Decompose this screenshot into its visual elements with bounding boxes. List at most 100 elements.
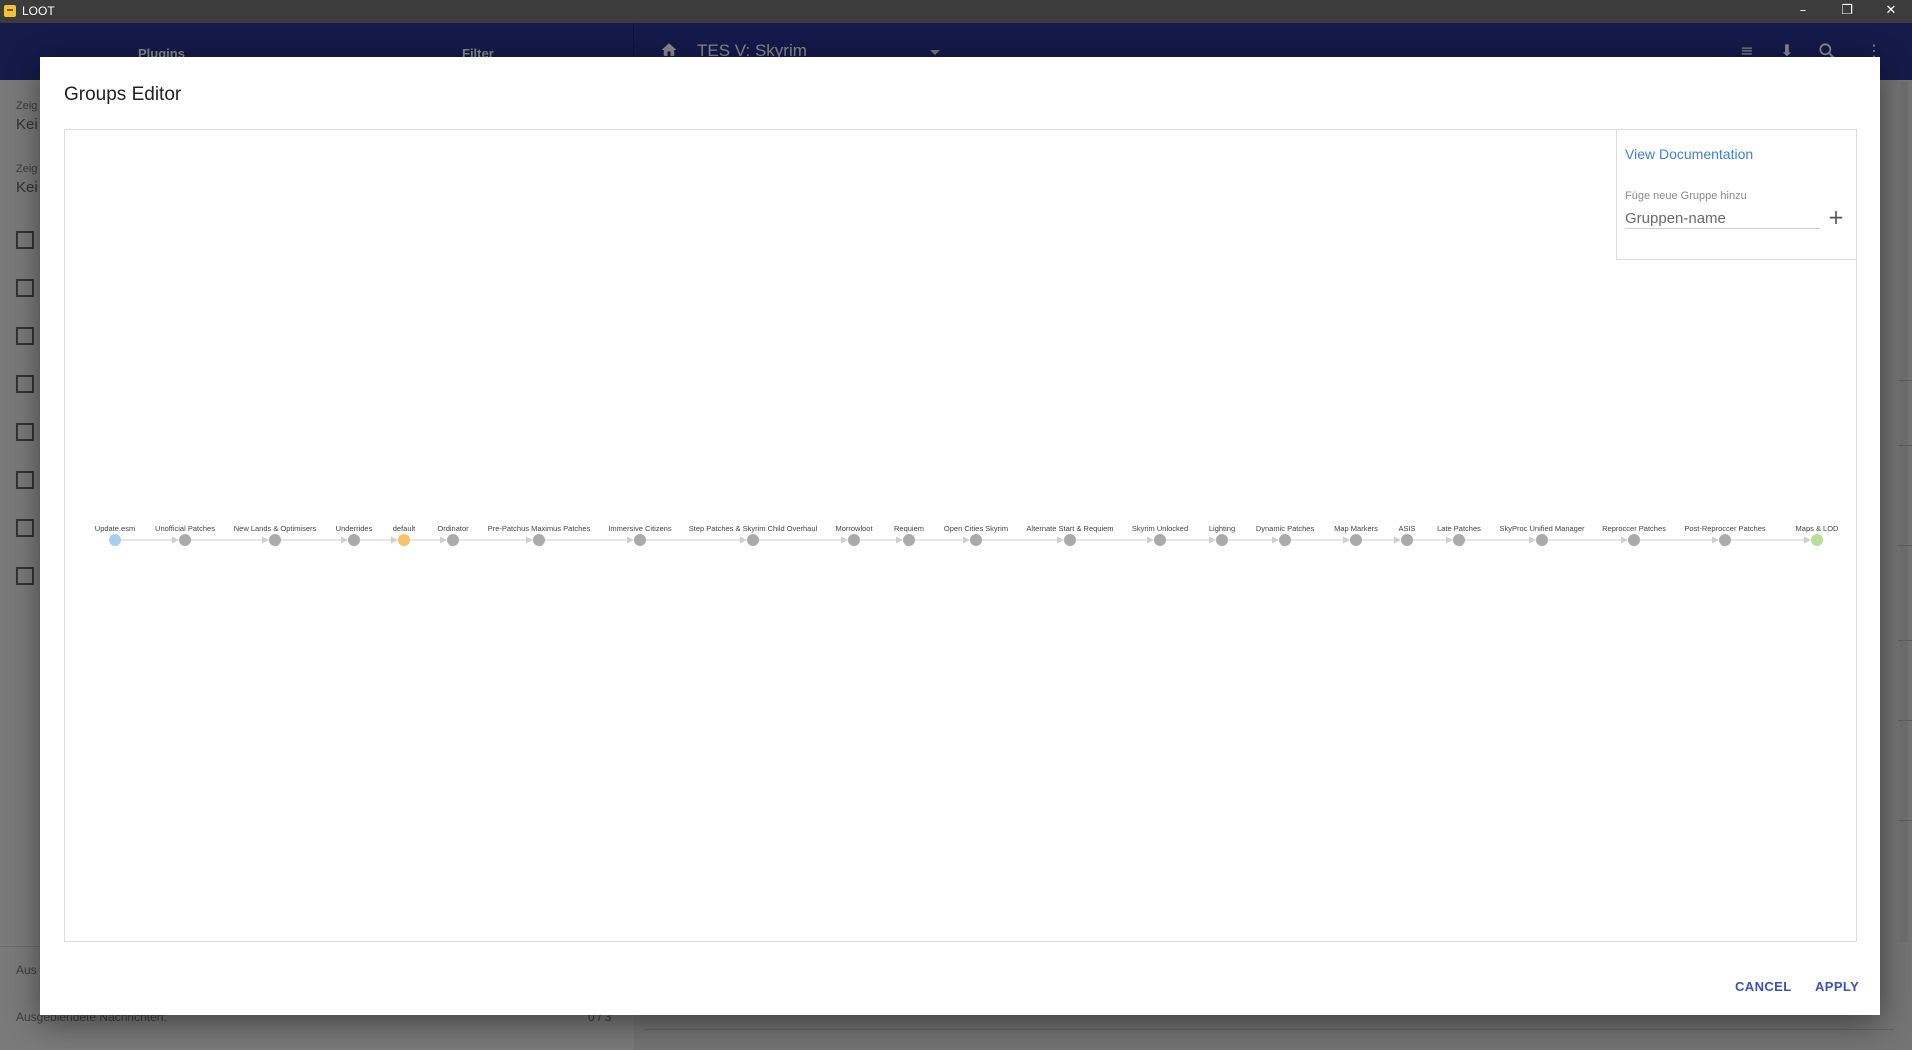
group-node-label: Post-Reproccer Patches (1684, 524, 1766, 533)
edge-arrow-icon (391, 536, 398, 544)
divider (1898, 640, 1912, 641)
apply-button[interactable]: APPLY (1815, 979, 1859, 994)
group-node-label: Late Patches (1437, 524, 1481, 533)
edge-arrow-icon (1804, 536, 1811, 544)
window-title: LOOT (22, 4, 55, 18)
group-node[interactable] (398, 534, 410, 546)
restore-button[interactable]: ❐ (1825, 0, 1869, 23)
cancel-button[interactable]: CANCEL (1735, 979, 1792, 994)
group-node-label: Maps & LOD (1796, 524, 1840, 533)
edge-arrow-icon (1272, 536, 1279, 544)
group-node[interactable] (970, 534, 982, 546)
groups-graph[interactable]: Update.esm Unofficial Patches New Lands & … (65, 130, 1856, 941)
edge-arrow-icon (1446, 536, 1453, 544)
edge-arrow-icon (526, 536, 533, 544)
divider (644, 1029, 1894, 1030)
group-node[interactable] (1453, 534, 1465, 546)
group-node[interactable] (447, 534, 459, 546)
group-node[interactable] (348, 534, 360, 546)
groups-editor-panel: View Documentation Füge neue Gruppe hinz… (1616, 130, 1856, 260)
group-node[interactable] (848, 534, 860, 546)
filter-checkbox[interactable] (16, 471, 34, 489)
edge-arrow-icon (172, 536, 179, 544)
minimize-button[interactable]: – (1781, 0, 1825, 23)
group-node-label: New Lands & Optimisers (234, 524, 317, 533)
group-node[interactable] (1064, 534, 1076, 546)
filter-checkbox[interactable] (16, 519, 34, 537)
group-node[interactable] (179, 534, 191, 546)
chevron-down-icon[interactable] (930, 50, 940, 55)
edge-arrow-icon (1343, 536, 1350, 544)
group-node[interactable] (1154, 534, 1166, 546)
group-node-label: Dynamic Patches (1256, 524, 1315, 533)
group-node[interactable] (269, 534, 281, 546)
group-node[interactable] (747, 534, 759, 546)
group-node[interactable] (1719, 534, 1731, 546)
group-node-label: Reproccer Patches (1602, 524, 1666, 533)
group-node-label: Open Cities Skyrim (944, 524, 1008, 533)
filter-checkbox[interactable] (16, 375, 34, 393)
divider (1898, 820, 1912, 821)
group-node-label: Alternate Start & Requiem (1026, 524, 1113, 533)
scrollbar[interactable] (1900, 82, 1908, 942)
group-node[interactable] (903, 534, 915, 546)
group-node-label: ASIS (1398, 524, 1415, 533)
edge-arrow-icon (1209, 536, 1216, 544)
group-node-label: Update.esm (95, 524, 135, 533)
group-name-input[interactable] (1625, 208, 1820, 229)
group-node-label: SkyProc Unified Manager (1499, 524, 1585, 533)
group-node[interactable] (1628, 534, 1640, 546)
edge-arrow-icon (896, 536, 903, 544)
divider (1898, 380, 1912, 381)
group-node-label: Unofficial Patches (155, 524, 215, 533)
filter-label: Zeig (16, 163, 38, 175)
edge-arrow-icon (841, 536, 848, 544)
group-node[interactable] (533, 534, 545, 546)
dialog-title: Groups Editor (64, 84, 182, 105)
edge-arrow-icon (440, 536, 447, 544)
new-group-label: Füge neue Gruppe hinzu (1625, 190, 1747, 202)
edge-arrow-icon (1057, 536, 1064, 544)
filter-label: Zeig (16, 100, 38, 112)
filter-checkbox[interactable] (16, 327, 34, 345)
edge-arrow-icon (963, 536, 970, 544)
edge-arrow-icon (341, 536, 348, 544)
group-node[interactable] (1811, 534, 1823, 546)
groups-graph-canvas[interactable]: Update.esm Unofficial Patches New Lands & … (64, 129, 1857, 942)
loot-app-icon (4, 5, 16, 17)
edge-arrow-icon (1394, 536, 1401, 544)
group-node[interactable] (634, 534, 646, 546)
hidden-plugins-label: Aus (16, 963, 37, 977)
group-node[interactable] (1536, 534, 1548, 546)
group-node-label: Morrowloot (835, 524, 873, 533)
group-node-label: Step Patches & Skyrim Child Overhaul (689, 524, 818, 533)
group-node[interactable] (1279, 534, 1291, 546)
edge-arrow-icon (1712, 536, 1719, 544)
filter-value[interactable]: Kei (16, 179, 38, 196)
view-documentation-link[interactable]: View Documentation (1625, 146, 1753, 162)
filter-checkbox[interactable] (16, 423, 34, 441)
group-node[interactable] (1350, 534, 1362, 546)
filter-checkbox[interactable] (16, 279, 34, 297)
plus-icon: + (1827, 205, 1845, 229)
group-node-label: Skyrim Unlocked (1132, 524, 1188, 533)
group-node-label: Underrides (336, 524, 373, 533)
filter-checkbox[interactable] (16, 231, 34, 249)
filter-checkbox[interactable] (16, 567, 34, 585)
edge-arrow-icon (627, 536, 634, 544)
edge-arrow-icon (1529, 536, 1536, 544)
divider (1898, 720, 1912, 721)
edge-arrow-icon (740, 536, 747, 544)
divider (1898, 545, 1912, 546)
group-node[interactable] (1216, 534, 1228, 546)
edge-arrow-icon (262, 536, 269, 544)
filter-value[interactable]: Kei (16, 116, 38, 133)
group-node-label: Lighting (1209, 524, 1235, 533)
group-node[interactable] (1401, 534, 1413, 546)
edge-arrow-icon (1621, 536, 1628, 544)
group-node-label: Pre-Patchus Maximus Patches (488, 524, 591, 533)
add-group-button[interactable]: + (1827, 205, 1845, 229)
group-node[interactable] (109, 534, 121, 546)
edge-arrow-icon (1147, 536, 1154, 544)
close-window-button[interactable]: ✕ (1869, 0, 1912, 23)
